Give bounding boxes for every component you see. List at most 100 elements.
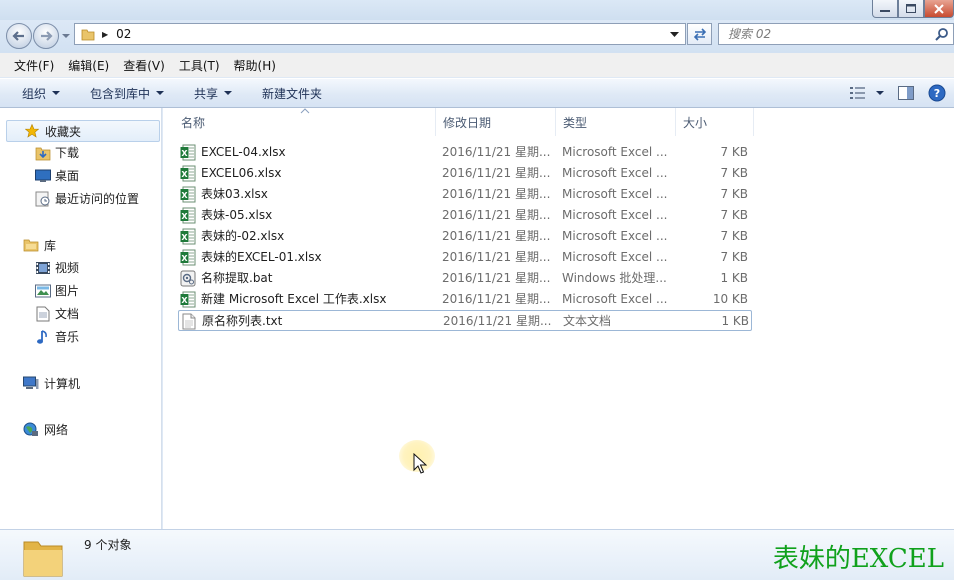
file-name: 表妹-05.xlsx	[201, 208, 273, 222]
menu-tools[interactable]: 工具(T)	[179, 57, 220, 74]
file-type: Microsoft Excel ...	[562, 229, 668, 243]
close-button[interactable]	[924, 0, 954, 18]
item-count: 9 个对象	[84, 538, 132, 552]
downloads-folder-icon	[34, 145, 52, 161]
address-bar[interactable]: ▶ 02	[74, 23, 686, 45]
svg-text:X: X	[181, 149, 188, 158]
include-in-library-button[interactable]: 包含到库中	[90, 85, 165, 102]
new-folder-label: 新建文件夹	[262, 86, 323, 101]
chevron-down-icon[interactable]	[670, 32, 679, 38]
file-modified-date: 2016/11/21 星期...	[443, 314, 552, 328]
nav-network[interactable]: 网络	[22, 420, 68, 438]
star-icon	[23, 123, 41, 139]
svg-text:X: X	[181, 296, 188, 305]
share-button[interactable]: 共享	[194, 85, 233, 102]
file-type: Microsoft Excel ...	[562, 187, 668, 201]
refresh-button[interactable]	[687, 23, 712, 45]
minimize-icon	[880, 9, 890, 12]
navigation-pane: 收藏夹 下载 桌面 最近访问的位置 库 视频 图片 文档 音乐 计算机 网络	[0, 108, 162, 529]
file-name: 表妹03.xlsx	[201, 187, 268, 201]
help-icon: ?	[928, 84, 946, 102]
change-view-button[interactable]	[850, 87, 884, 99]
help-button[interactable]: ?	[928, 84, 946, 102]
recent-pages-dropdown-icon[interactable]	[62, 32, 70, 40]
file-row[interactable]: X 新建 Microsoft Excel 工作表.xlsx 2016/11/21 星…	[178, 289, 752, 310]
nav-item-desktop[interactable]: 桌面	[34, 167, 79, 184]
file-row[interactable]: 名称提取.bat 2016/11/21 星期... Windows 批处理... 1 …	[178, 268, 752, 289]
file-size: 7 KB	[720, 229, 748, 243]
file-row[interactable]: X EXCEL-04.xlsx 2016/11/21 星期... Microsoft …	[178, 142, 752, 163]
breadcrumb-separator-icon[interactable]: ▶	[102, 30, 108, 39]
search-box[interactable]	[718, 23, 954, 45]
search-icon[interactable]	[935, 27, 949, 41]
status-bar: 9 个对象 表妹的EXCEL	[0, 529, 954, 580]
column-header-label: 类型	[563, 115, 588, 130]
nav-item-label: 桌面	[55, 169, 80, 183]
window-controls	[872, 0, 954, 18]
file-size: 7 KB	[720, 250, 748, 264]
svg-text:?: ?	[934, 87, 940, 100]
organize-button[interactable]: 组织	[22, 85, 61, 102]
minimize-button[interactable]	[872, 0, 898, 18]
title-bar	[0, 0, 954, 20]
nav-item-label: 视频	[55, 261, 80, 275]
nav-item-videos[interactable]: 视频	[34, 259, 79, 276]
column-header-date[interactable]: 修改日期	[436, 108, 556, 136]
menu-file[interactable]: 文件(F)	[14, 57, 54, 74]
menu-help[interactable]: 帮助(H)	[234, 57, 276, 74]
menu-view[interactable]: 查看(V)	[123, 57, 165, 74]
file-modified-date: 2016/11/21 星期...	[442, 145, 551, 159]
nav-item-downloads[interactable]: 下载	[34, 144, 79, 161]
chevron-down-icon	[156, 90, 165, 95]
column-header-size[interactable]: 大小	[676, 108, 754, 136]
forward-button[interactable]	[33, 23, 59, 49]
search-input[interactable]	[719, 24, 919, 44]
preview-pane-button[interactable]	[898, 86, 914, 100]
nav-computer[interactable]: 计算机	[22, 374, 80, 392]
nav-item-documents[interactable]: 文档	[34, 305, 79, 322]
nav-network-label: 网络	[44, 422, 69, 437]
file-row[interactable]: 原名称列表.txt 2016/11/21 星期... 文本文档 1 KB	[178, 310, 752, 331]
nav-item-music[interactable]: 音乐	[34, 328, 79, 345]
menu-edit[interactable]: 编辑(E)	[68, 57, 109, 74]
arrow-right-icon	[41, 31, 53, 41]
nav-item-label: 音乐	[55, 330, 80, 344]
file-name: 表妹的EXCEL-01.xlsx	[201, 250, 322, 264]
file-row[interactable]: X 表妹的EXCEL-01.xlsx 2016/11/21 星期... Microso…	[178, 247, 752, 268]
file-row[interactable]: X 表妹-05.xlsx 2016/11/21 星期... Microsoft Exc…	[178, 205, 752, 226]
share-label: 共享	[194, 86, 219, 101]
nav-item-label: 下载	[55, 146, 80, 160]
column-header-label: 大小	[683, 115, 708, 130]
file-row[interactable]: X 表妹03.xlsx 2016/11/21 星期... Microsoft Exce…	[178, 184, 752, 205]
file-row[interactable]: X EXCEL06.xlsx 2016/11/21 星期... Microsoft E…	[178, 163, 752, 184]
file-row[interactable]: X 表妹的-02.xlsx 2016/11/21 星期... Microsoft Ex…	[178, 226, 752, 247]
column-header-type[interactable]: 类型	[556, 108, 676, 136]
file-modified-date: 2016/11/21 星期...	[442, 166, 551, 180]
nav-item-recent-places[interactable]: 最近访问的位置	[34, 190, 139, 207]
address-row: ▶ 02	[0, 20, 954, 53]
file-size: 10 KB	[712, 292, 748, 306]
file-name: 新建 Microsoft Excel 工作表.xlsx	[201, 292, 387, 306]
breadcrumb-segment[interactable]: 02	[116, 27, 131, 41]
preview-pane-icon	[898, 86, 914, 100]
refresh-icon	[693, 28, 706, 41]
back-button[interactable]	[6, 23, 32, 49]
nav-item-label: 图片	[55, 284, 80, 298]
nav-libraries[interactable]: 库	[22, 236, 56, 254]
column-header-name[interactable]: 名称	[174, 108, 436, 136]
file-list-pane: 名称 修改日期 类型 大小 X EXCEL-04.xlsx 2016/11/21 星…	[163, 108, 954, 529]
menu-bar: 文件(F) 编辑(E) 查看(V) 工具(T) 帮助(H)	[0, 53, 954, 77]
file-type: Microsoft Excel ...	[562, 208, 668, 222]
maximize-button[interactable]	[898, 0, 924, 18]
nav-favorites-label: 收藏夹	[45, 124, 82, 139]
nav-item-label: 文档	[55, 307, 80, 321]
network-icon	[22, 421, 40, 437]
nav-favorites[interactable]: 收藏夹	[6, 120, 160, 142]
file-type: Microsoft Excel ...	[562, 145, 668, 159]
file-name: 名称提取.bat	[201, 271, 273, 285]
nav-item-pictures[interactable]: 图片	[34, 282, 79, 299]
recent-places-icon	[34, 191, 52, 207]
new-folder-button[interactable]: 新建文件夹	[262, 85, 322, 102]
column-header-label: 修改日期	[443, 115, 492, 130]
svg-text:X: X	[181, 170, 188, 179]
